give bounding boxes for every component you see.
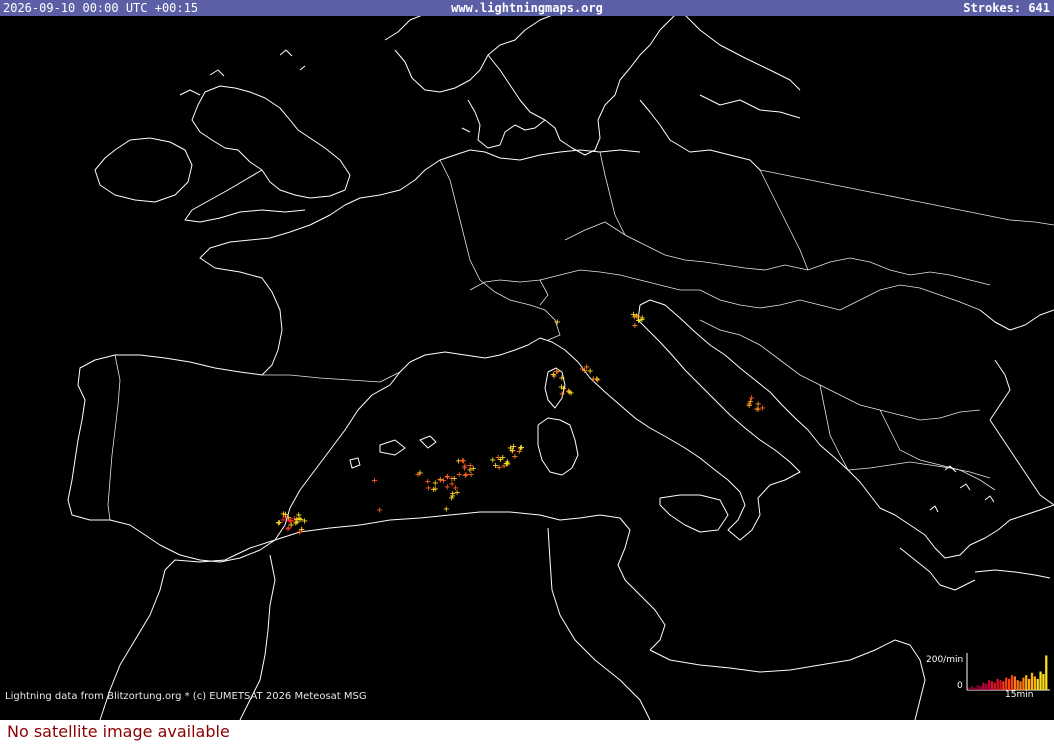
lightning-stroke-marker: + bbox=[760, 403, 766, 414]
lightning-stroke-marker: + bbox=[590, 374, 596, 385]
histogram-bar bbox=[1013, 676, 1016, 690]
lightning-stroke-marker: + bbox=[432, 484, 438, 495]
histogram-bar bbox=[1030, 672, 1034, 690]
lightning-stroke-marker: + bbox=[371, 476, 377, 487]
histogram-bar bbox=[996, 678, 999, 690]
histogram-bar bbox=[1025, 675, 1028, 690]
histogram-bar bbox=[1008, 678, 1011, 690]
histogram-bar bbox=[1002, 681, 1005, 690]
lightning-stroke-marker: + bbox=[493, 460, 499, 471]
lightning-stroke-marker: + bbox=[443, 504, 449, 515]
histogram-bar bbox=[1016, 680, 1019, 690]
histogram-bar bbox=[1042, 673, 1045, 690]
lightning-stroke-marker: + bbox=[377, 505, 383, 516]
strokes-layer: ++++++ ++++ + ++++ ++++++++++++++ ++ +++ ++ ++++… bbox=[275, 310, 766, 538]
histogram-bar bbox=[985, 683, 988, 690]
lightning-stroke-marker: + bbox=[425, 477, 431, 488]
histogram-bar bbox=[1028, 678, 1031, 690]
histogram-bar bbox=[968, 687, 971, 690]
lightning-stroke-marker: + bbox=[468, 470, 474, 481]
lightning-stroke-marker: + bbox=[580, 364, 586, 375]
lightning-stroke-marker: + bbox=[503, 458, 509, 469]
histogram-bar bbox=[979, 686, 982, 690]
histogram-bar bbox=[993, 682, 996, 690]
lightning-stroke-marker: + bbox=[449, 493, 455, 504]
lightning-stroke-marker: + bbox=[444, 472, 450, 483]
histogram-bar bbox=[1036, 678, 1039, 690]
histogram-bar bbox=[1005, 677, 1008, 690]
lightning-stroke-marker: + bbox=[518, 442, 524, 453]
lightning-stroke-marker: + bbox=[461, 463, 467, 474]
histogram-bar bbox=[982, 682, 985, 690]
lightning-stroke-marker: + bbox=[297, 527, 303, 538]
histogram-bar bbox=[990, 681, 994, 690]
lightning-map[interactable]: + + + + + + + + + + + + + + + + + + + + + + + + + + + + + + + + + + + + + + + +… bbox=[0, 0, 1054, 720]
histogram-bar bbox=[1039, 671, 1042, 690]
histogram-zero-label: 0 bbox=[957, 681, 963, 691]
histogram-bar bbox=[988, 680, 991, 690]
histogram-window-label: 15min bbox=[1005, 690, 1034, 700]
histogram-bar bbox=[1019, 681, 1022, 690]
lightning-stroke-marker: + bbox=[566, 387, 572, 398]
lightning-stroke-marker: + bbox=[509, 446, 515, 457]
lightning-stroke-marker: + bbox=[559, 389, 565, 400]
histogram-bar bbox=[970, 686, 974, 690]
strokes-count: Strokes: 641 bbox=[963, 1, 1050, 15]
lightning-stroke-marker: + bbox=[275, 518, 281, 529]
header-bar: 2026-09-10 00:00 UTC +00:15 www.lightnin… bbox=[0, 0, 1054, 16]
histogram-bar bbox=[1033, 676, 1036, 690]
credits-text: Lightning data from Blitzortung.org * (c… bbox=[5, 691, 367, 702]
histogram-bar bbox=[999, 680, 1002, 690]
histogram-bar bbox=[1045, 655, 1048, 690]
histogram-max-label: 200/min bbox=[926, 655, 964, 665]
lightning-stroke-marker: + bbox=[748, 393, 754, 404]
histogram-bar bbox=[1022, 677, 1025, 690]
no-satellite-notice: No satellite image available bbox=[7, 722, 230, 741]
site-link[interactable]: www.lightningmaps.org bbox=[0, 0, 1054, 16]
lightning-stroke-marker: + bbox=[554, 317, 560, 328]
lightning-stroke-marker: + bbox=[415, 470, 421, 481]
histogram-bar bbox=[976, 685, 979, 690]
histogram-bars bbox=[968, 655, 1048, 690]
lightning-stroke-marker: + bbox=[635, 312, 641, 323]
lightning-stroke-marker: + bbox=[754, 404, 760, 415]
histogram-bar bbox=[973, 687, 976, 690]
histogram-bar bbox=[1010, 675, 1014, 690]
